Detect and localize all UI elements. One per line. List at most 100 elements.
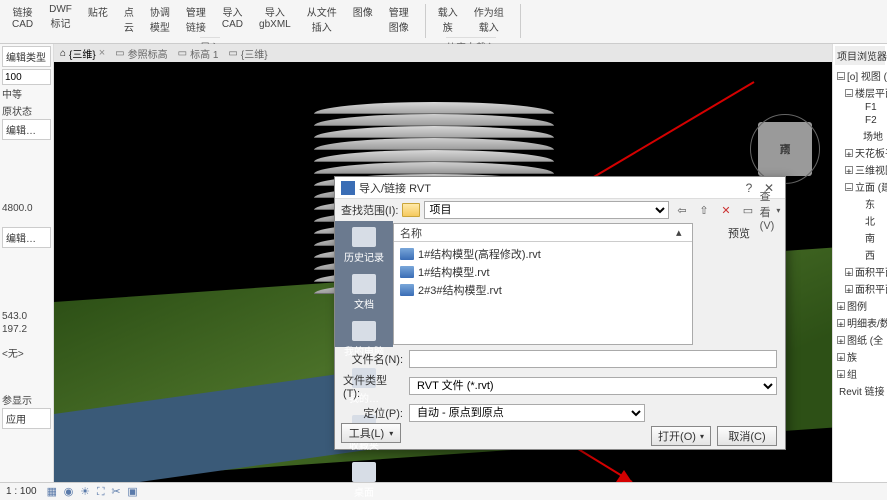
column-name[interactable]: 名称 — [400, 225, 676, 241]
tree-item[interactable]: −楼层平面 — [835, 84, 885, 101]
expand-icon[interactable]: + — [845, 268, 853, 276]
expand-icon[interactable]: − — [837, 72, 845, 80]
expand-icon[interactable]: + — [837, 319, 845, 327]
ribbon-button[interactable]: 管理链接 — [178, 2, 214, 36]
tree-item[interactable]: +面积平面 — [835, 280, 885, 297]
tree-item[interactable]: +图纸 (全 — [835, 331, 885, 348]
apply-button[interactable]: 应用 — [2, 408, 51, 429]
view-cube[interactable]: 南 顶 — [758, 122, 812, 176]
ribbon-button[interactable]: DWF标记 — [41, 2, 80, 36]
ribbon-button[interactable]: 从文件插入 — [299, 2, 345, 36]
crop-icon[interactable]: ✂ — [111, 486, 120, 498]
show-crop-icon[interactable]: ▣ — [127, 486, 137, 498]
folder-icon — [402, 203, 420, 217]
home-icon: ⌂ — [60, 48, 66, 59]
scale-input[interactable] — [2, 69, 51, 85]
view-tab-3[interactable]: ▭{三维} — [228, 46, 267, 61]
new-folder-icon[interactable]: ▭ — [739, 201, 757, 219]
tree-item[interactable]: Revit 链接 — [835, 382, 885, 399]
shadows-icon[interactable]: ⛶ — [97, 486, 105, 498]
viewcube-top-label: 顶 — [780, 141, 791, 157]
tree-item[interactable]: +面积平面 — [835, 263, 885, 280]
expand-icon[interactable]: + — [845, 166, 853, 174]
tree-item[interactable]: −[o] 视图 (全 — [835, 67, 885, 84]
tree-item[interactable]: F1 — [835, 101, 885, 114]
ribbon-button[interactable]: 贴花 — [80, 2, 116, 36]
cancel-button[interactable]: 取消(C) — [717, 426, 777, 446]
tree-item[interactable]: −立面 (建 — [835, 178, 885, 195]
expand-icon[interactable]: + — [837, 353, 845, 361]
places-item[interactable]: 历史记录 — [344, 227, 384, 264]
sun-path-icon[interactable]: ☀ — [80, 486, 90, 498]
edit-button-1[interactable]: 编辑… — [2, 119, 51, 140]
tree-item[interactable]: 北 — [835, 212, 885, 229]
file-list[interactable]: 1#结构模型(高程修改).rvt1#结构模型.rvt2#3#结构模型.rvt — [394, 242, 692, 302]
ribbon-button[interactable]: 图像 — [345, 2, 381, 36]
view-tab-active[interactable]: ⌂ {三维} × — [60, 46, 105, 61]
ribbon-button[interactable]: 导入gbXML — [251, 2, 299, 36]
look-in-bar: 查找范围(I): 项目 ⇦ ⇧ ✕ ▭ 查看(V) — [335, 199, 785, 221]
view-tab-2[interactable]: ▭标高 1 — [178, 46, 219, 61]
edit-type-button[interactable]: 编辑类型 — [2, 46, 51, 67]
places-item[interactable]: 桌面 — [352, 462, 376, 499]
ribbon-button[interactable]: 导入CAD — [214, 2, 251, 36]
ribbon-button[interactable]: 协调模型 — [142, 2, 178, 36]
view-scale[interactable]: 1 : 100 — [6, 486, 37, 497]
tree-item[interactable]: +图例 — [835, 297, 885, 314]
rvt-file-icon — [400, 248, 414, 260]
sort-icon[interactable]: ▴ — [676, 226, 686, 239]
expand-icon[interactable]: + — [837, 370, 845, 378]
file-name-input[interactable] — [409, 350, 777, 368]
help-icon[interactable]: ? — [739, 181, 759, 195]
up-icon[interactable]: ⇧ — [695, 201, 713, 219]
file-list-header[interactable]: 名称 ▴ — [394, 224, 692, 242]
file-type-select[interactable]: RVT 文件 (*.rvt) — [409, 377, 777, 395]
close-icon[interactable]: × — [99, 47, 105, 59]
positioning-select[interactable]: 自动 - 原点到原点 — [409, 404, 645, 422]
chk-show[interactable]: 参显示 — [2, 391, 51, 408]
value-none: <无> — [2, 344, 51, 361]
tree-item[interactable]: +族 — [835, 348, 885, 365]
doc-icon: ▭ — [115, 48, 124, 59]
ribbon-button[interactable]: 点云 — [116, 2, 142, 36]
place-icon — [352, 227, 376, 247]
file-row[interactable]: 1#结构模型.rvt — [398, 263, 688, 281]
expand-icon[interactable]: − — [845, 89, 853, 97]
tree-item[interactable]: F2 — [835, 114, 885, 127]
back-icon[interactable]: ⇦ — [673, 201, 691, 219]
expand-icon[interactable]: + — [845, 149, 853, 157]
tree-item[interactable]: 东 — [835, 195, 885, 212]
file-row[interactable]: 2#3#结构模型.rvt — [398, 281, 688, 299]
expand-icon[interactable]: + — [837, 302, 845, 310]
tree-item[interactable]: +三维视图 — [835, 161, 885, 178]
dialog-titlebar[interactable]: 导入/链接 RVT ? ✕ — [335, 177, 785, 199]
visual-style-icon[interactable]: ◉ — [64, 486, 74, 498]
expand-icon[interactable]: + — [845, 285, 853, 293]
positioning-label: 定位(P): — [363, 405, 403, 421]
view-tab-1[interactable]: ▭参照标高 — [115, 46, 167, 61]
expand-icon[interactable]: + — [837, 336, 845, 344]
ribbon-button[interactable]: 链接CAD — [4, 2, 41, 36]
edit-button-2[interactable]: 编辑… — [2, 227, 51, 248]
tree-item[interactable]: 场地 — [835, 127, 885, 144]
ribbon-button[interactable]: 管理图像 — [381, 2, 417, 36]
detail-level-icon[interactable]: ▦ — [47, 486, 57, 498]
view-menu-button[interactable]: 查看(V) — [761, 201, 779, 219]
expand-icon[interactable]: − — [845, 183, 853, 191]
tree-item[interactable]: +组 — [835, 365, 885, 382]
ribbon-button[interactable]: 作为组载入 — [466, 2, 512, 36]
file-row[interactable]: 1#结构模型(高程修改).rvt — [398, 245, 688, 263]
ribbon-button[interactable]: 载入族 — [430, 2, 466, 36]
tree-item[interactable]: 南 — [835, 229, 885, 246]
look-in-select[interactable]: 项目 — [424, 201, 669, 219]
tree-item[interactable]: +明细表/数 — [835, 314, 885, 331]
places-item[interactable]: 文档 — [352, 274, 376, 311]
tools-button[interactable]: 工具(L) — [341, 423, 401, 443]
tree-item[interactable]: +天花板平 — [835, 144, 885, 161]
open-button[interactable]: 打开(O) — [651, 426, 711, 446]
rvt-file-icon — [400, 266, 414, 278]
ribbon: 链接CADDWF标记贴花点云协调模型管理链接导入CAD导入gbXML从文件插入图… — [0, 0, 887, 44]
delete-icon[interactable]: ✕ — [717, 201, 735, 219]
doc-icon: ▭ — [228, 48, 237, 59]
tree-item[interactable]: 西 — [835, 246, 885, 263]
